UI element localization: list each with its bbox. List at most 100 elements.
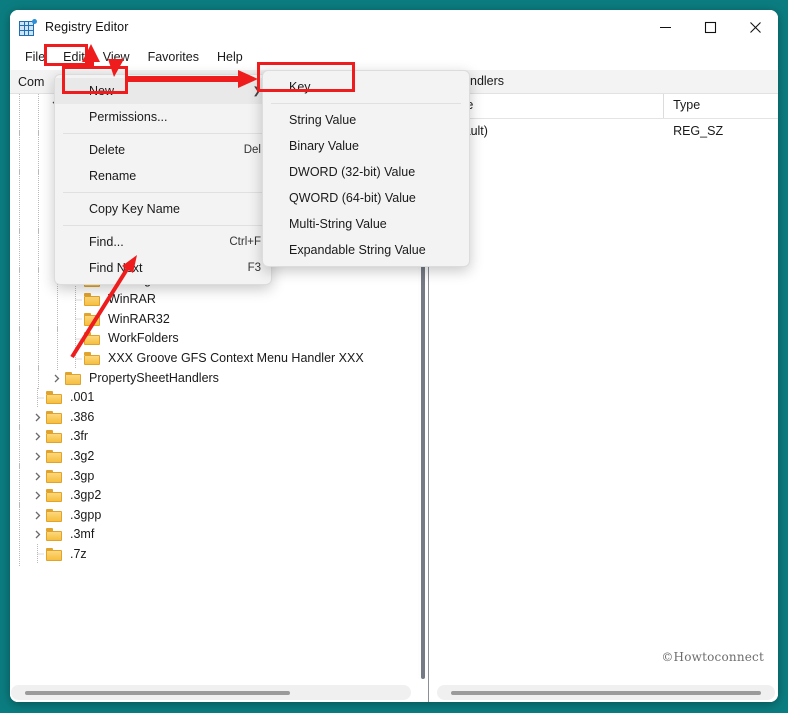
tree-hscroll-thumb[interactable] bbox=[25, 691, 290, 695]
menu-separator bbox=[63, 133, 263, 134]
submenu-item-multi-string-value[interactable]: Multi-String Value bbox=[263, 211, 469, 237]
menu-item-rename[interactable]: Rename bbox=[55, 163, 271, 189]
table-row[interactable]: (Default) REG_SZ bbox=[432, 122, 778, 144]
menu-item-new-label: New bbox=[89, 84, 115, 98]
window-controls bbox=[643, 10, 778, 44]
tree-item-label: .3gp bbox=[70, 468, 95, 483]
tree-item[interactable]: XXX Groove GFS Context Menu Handler XXX bbox=[10, 346, 408, 371]
menu-item-find-next-label: Find Next bbox=[89, 261, 143, 275]
folder-icon bbox=[46, 430, 62, 444]
column-header-type[interactable]: Type bbox=[664, 94, 778, 118]
tree-item[interactable]: .3gp bbox=[10, 464, 408, 488]
tree-item-label: .3gpp bbox=[70, 507, 102, 522]
folder-icon bbox=[46, 469, 62, 483]
menu-file[interactable]: File bbox=[16, 47, 54, 67]
title-bar: Registry Editor bbox=[10, 10, 778, 44]
registry-editor-window: Registry Editor File Edit View Favorites… bbox=[10, 10, 778, 702]
tree-item-label: WinRAR32 bbox=[108, 311, 170, 326]
chevron-right-icon[interactable] bbox=[29, 466, 46, 486]
tree-item-label: .001 bbox=[70, 390, 95, 405]
tree-item-label: WinRAR bbox=[108, 292, 156, 307]
menu-separator bbox=[63, 225, 263, 226]
folder-icon bbox=[46, 410, 62, 424]
tree-leaf-connector bbox=[67, 309, 84, 330]
tree-item-label: .3gp2 bbox=[70, 488, 102, 503]
menu-item-find-label: Find... bbox=[89, 235, 124, 249]
menu-help[interactable]: Help bbox=[208, 47, 252, 67]
tree-item[interactable]: .3g2 bbox=[10, 444, 408, 469]
submenu-item-key[interactable]: Key bbox=[263, 74, 469, 100]
minimize-button[interactable] bbox=[643, 10, 688, 44]
menu-view[interactable]: View bbox=[94, 47, 139, 67]
tree-item[interactable]: .7z bbox=[10, 542, 408, 567]
submenu-item-dword-value-label: DWORD (32-bit) Value bbox=[289, 165, 416, 179]
tree-item[interactable]: .001 bbox=[10, 385, 408, 410]
submenu-item-binary-value[interactable]: Binary Value bbox=[263, 133, 469, 159]
tree-item-label: .3fr bbox=[70, 429, 89, 444]
folder-icon bbox=[84, 332, 100, 346]
tree-item[interactable]: .386 bbox=[10, 405, 408, 430]
registry-values-pane: Name Type (Default) REG_SZ bbox=[432, 94, 778, 702]
tree-leaf-connector bbox=[67, 289, 84, 310]
folder-icon bbox=[46, 391, 62, 405]
menu-item-new[interactable]: New ❯ bbox=[55, 78, 271, 104]
maximize-button[interactable] bbox=[688, 10, 733, 44]
menu-item-find-next[interactable]: Find Next F3 bbox=[55, 255, 271, 281]
tree-leaf-connector bbox=[29, 387, 46, 408]
chevron-right-icon[interactable] bbox=[48, 368, 65, 388]
tree-item[interactable]: .3fr bbox=[10, 425, 408, 449]
chevron-right-icon[interactable] bbox=[29, 486, 46, 506]
menu-item-rename-label: Rename bbox=[89, 169, 137, 183]
chevron-right-icon: ❯ bbox=[252, 85, 261, 97]
menu-item-copy-key-name-label: Copy Key Name bbox=[89, 202, 181, 216]
values-column-header: Name Type bbox=[432, 94, 778, 119]
tree-item[interactable]: WorkFolders bbox=[10, 327, 408, 351]
chevron-right-icon[interactable] bbox=[29, 427, 46, 447]
menu-item-delete[interactable]: Delete Del bbox=[55, 137, 271, 163]
tree-item-label: .3mf bbox=[70, 527, 95, 542]
values-hscroll-thumb[interactable] bbox=[451, 691, 761, 695]
submenu-item-string-value[interactable]: String Value bbox=[263, 107, 469, 133]
submenu-item-qword-value[interactable]: QWORD (64-bit) Value bbox=[263, 185, 469, 211]
menu-edit[interactable]: Edit bbox=[54, 47, 94, 67]
menu-item-delete-label: Delete bbox=[89, 143, 126, 157]
tree-indent-guide bbox=[48, 346, 67, 371]
folder-icon bbox=[46, 489, 62, 503]
tree-item-label: .7z bbox=[70, 546, 87, 561]
menu-item-copy-key-name[interactable]: Copy Key Name bbox=[55, 196, 271, 222]
submenu-item-qword-value-label: QWORD (64-bit) Value bbox=[289, 191, 416, 205]
folder-icon bbox=[46, 547, 62, 561]
tree-item-label: XXX Groove GFS Context Menu Handler XXX bbox=[108, 351, 364, 366]
menu-separator bbox=[63, 192, 263, 193]
menu-favorites[interactable]: Favorites bbox=[139, 47, 208, 67]
tree-item[interactable]: .3gpp bbox=[10, 503, 408, 528]
tree-item[interactable]: WinRAR bbox=[10, 287, 408, 312]
chevron-right-icon[interactable] bbox=[29, 525, 46, 545]
value-type: REG_SZ bbox=[673, 124, 724, 138]
tree-item[interactable]: .3gp2 bbox=[10, 483, 408, 508]
submenu-item-expandable-string-value[interactable]: Expandable String Value bbox=[263, 237, 469, 263]
tree-item[interactable]: WinRAR32 bbox=[10, 307, 408, 332]
tree-item-label: .386 bbox=[70, 409, 95, 424]
menu-item-permissions[interactable]: Permissions... bbox=[55, 104, 271, 130]
chevron-right-icon[interactable] bbox=[29, 505, 46, 525]
tree-horizontal-scrollbar[interactable] bbox=[11, 685, 411, 700]
close-button[interactable] bbox=[733, 10, 778, 44]
window-title: Registry Editor bbox=[45, 20, 129, 34]
submenu-item-dword-value[interactable]: DWORD (32-bit) Value bbox=[263, 159, 469, 185]
menu-item-find[interactable]: Find... Ctrl+F bbox=[55, 229, 271, 255]
folder-icon bbox=[46, 528, 62, 542]
tree-item[interactable]: .3mf bbox=[10, 523, 408, 547]
folder-icon bbox=[84, 312, 100, 326]
chevron-right-icon[interactable] bbox=[29, 447, 46, 467]
new-submenu: Key String Value Binary Value DWORD (32-… bbox=[262, 70, 470, 267]
edit-dropdown-menu: New ❯ Permissions... Delete Del Rename C… bbox=[54, 74, 272, 285]
submenu-separator bbox=[271, 103, 461, 104]
tree-item[interactable]: PropertySheetHandlers bbox=[10, 366, 408, 390]
menu-item-permissions-label: Permissions... bbox=[89, 110, 168, 124]
values-horizontal-scrollbar[interactable] bbox=[437, 685, 775, 700]
chevron-right-icon[interactable] bbox=[29, 408, 46, 428]
tree-leaf-connector bbox=[67, 348, 84, 369]
submenu-item-binary-value-label: Binary Value bbox=[289, 139, 359, 153]
tree-leaf-connector bbox=[67, 328, 84, 349]
